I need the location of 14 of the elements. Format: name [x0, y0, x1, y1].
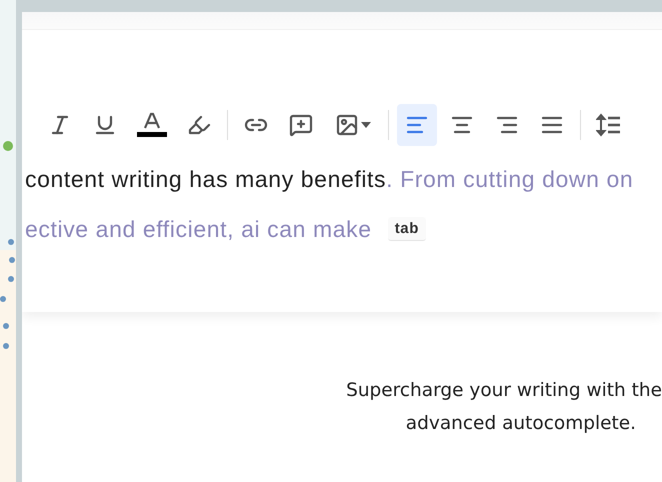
suggestion-text: ective and efficient, ai can make: [25, 216, 372, 242]
suggestion-text: . From cutting down on: [386, 166, 634, 192]
align-left-button[interactable]: [397, 104, 437, 146]
tagline-text: Supercharge your writing with the: [346, 380, 662, 401]
underline-icon: [93, 113, 117, 137]
text-color-icon: [134, 111, 170, 139]
highlighter-icon: [187, 113, 211, 137]
line-spacing-icon: [596, 113, 622, 137]
tab-key-hint: tab: [388, 217, 426, 241]
typed-text: content writing has many benefits: [25, 166, 386, 192]
comment-icon: [289, 113, 313, 137]
image-icon: [335, 113, 359, 137]
caret-icon: [361, 122, 371, 128]
tagline-text: advanced autocomplete.: [406, 413, 636, 434]
